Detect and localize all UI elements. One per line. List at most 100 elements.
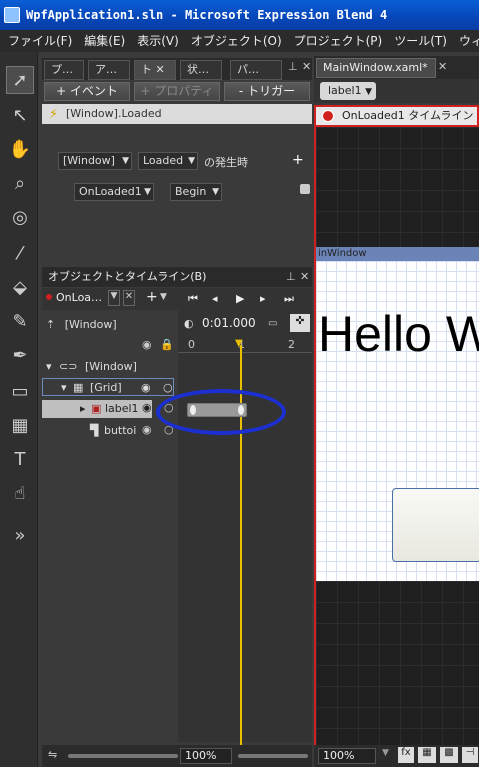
- chevron-down-icon[interactable]: ▾: [61, 381, 67, 394]
- lock-toggle-icon[interactable]: ○: [163, 379, 173, 397]
- add-action-icon[interactable]: +: [292, 152, 304, 168]
- menu-view[interactable]: 表示(V): [137, 34, 179, 48]
- menu-window[interactable]: ウィンド: [459, 34, 479, 48]
- zoom-field[interactable]: 100%: [318, 748, 376, 764]
- pin-icon[interactable]: ⊥: [286, 267, 296, 287]
- objects-timeline-header: オブジェクトとタイムライン(B) ⊥ ✕: [42, 267, 312, 287]
- last-frame-icon[interactable]: ⏭: [284, 292, 294, 306]
- menu-bar: ファイル(F) 編集(E) 表示(V) オブジェクト(O) プロジェクト(P) ツール(T…: [0, 30, 479, 52]
- rectangle-icon[interactable]: ▭: [6, 378, 34, 406]
- selection-tool-icon[interactable]: ➚: [6, 66, 34, 94]
- remove-trigger-button[interactable]: - トリガー: [224, 82, 310, 101]
- eyedropper-icon[interactable]: ⁄: [6, 240, 34, 268]
- snap-icon[interactable]: ▭: [268, 318, 277, 329]
- action-dropdown[interactable]: Begin ▼: [170, 183, 222, 201]
- text-tool-icon[interactable]: T: [6, 446, 34, 474]
- snap-lines-icon[interactable]: ⊣: [462, 747, 478, 763]
- timeline-scrollbar[interactable]: [238, 754, 308, 758]
- eye-icon[interactable]: ◉: [142, 401, 152, 414]
- tab-mainwindow[interactable]: MainWindow.xaml*: [316, 58, 436, 78]
- event-dropdown[interactable]: Loaded ▼: [138, 152, 198, 170]
- eye-icon[interactable]: ◉: [141, 379, 151, 397]
- chevron-down-icon: ▼: [212, 187, 219, 197]
- breadcrumb[interactable]: label1 ▼: [320, 82, 376, 100]
- playhead-marker-icon[interactable]: ▼: [235, 338, 243, 349]
- design-window-label: inWindow: [318, 248, 367, 259]
- first-frame-icon[interactable]: ⏮: [188, 292, 198, 306]
- time-readout[interactable]: 0:01.000: [202, 316, 256, 330]
- trigger-buttons: + イベント + プロパティ - トリガー: [42, 82, 312, 102]
- tree-scrollbar[interactable]: [68, 754, 178, 758]
- play-icon[interactable]: ▶: [236, 292, 244, 305]
- snap-grid-icon[interactable]: ▩: [440, 747, 458, 763]
- artboard-background: [316, 127, 479, 247]
- add-event-button[interactable]: + イベント: [44, 82, 130, 101]
- previous-frame-icon[interactable]: ◂: [212, 292, 218, 305]
- trigger-list-item[interactable]: [Window].Loaded: [42, 104, 312, 124]
- ruler-divider: [178, 352, 312, 353]
- timeline-ruler[interactable]: 0 1 2: [178, 338, 312, 356]
- controls-icon[interactable]: ☝: [6, 480, 34, 508]
- close-icon[interactable]: ✕: [300, 267, 309, 287]
- chevron-down-icon[interactable]: ▼: [160, 292, 167, 302]
- ruler-tick: 0: [188, 338, 195, 351]
- zoom-fit-icon[interactable]: ✜: [290, 314, 310, 332]
- storyboard-dropdown[interactable]: OnLoaded1 ▼: [74, 183, 154, 201]
- tab-triggers[interactable]: ト ✕: [134, 60, 176, 80]
- direct-select-tool-icon[interactable]: ↖: [6, 102, 34, 130]
- button-element[interactable]: [392, 488, 479, 562]
- record-icon[interactable]: [322, 110, 334, 122]
- grid-node-icon: ▦: [73, 381, 84, 394]
- timeline-zoom-field[interactable]: 100%: [180, 748, 232, 764]
- record-dot-icon: [46, 294, 52, 300]
- next-frame-icon[interactable]: ▸: [260, 292, 266, 305]
- breadcrumb-label: label1: [328, 84, 362, 97]
- tab-assets[interactable]: ア…: [88, 60, 130, 80]
- label1-element[interactable]: Hello W: [318, 305, 479, 363]
- paint-bucket-icon[interactable]: ⬙: [6, 274, 34, 302]
- scope-up-item[interactable]: ⇡ [Window]: [46, 316, 117, 334]
- storyboard-name[interactable]: OnLoa…: [56, 291, 102, 304]
- camera-orbit-icon[interactable]: ◎: [6, 204, 34, 232]
- storyboard-dropdown-icon[interactable]: ▼: [108, 290, 120, 306]
- grid-layout-icon[interactable]: ▦: [6, 412, 34, 440]
- menu-project[interactable]: プロジェクト(P): [294, 34, 383, 48]
- menu-edit[interactable]: 編集(E): [84, 34, 125, 48]
- tab-parts[interactable]: パ…: [230, 60, 282, 80]
- eye-icon[interactable]: ◉: [142, 423, 152, 436]
- tab-states[interactable]: 状…: [180, 60, 222, 80]
- keyframe-icon[interactable]: ◐: [184, 317, 194, 330]
- scope-up-icon: ⇡: [46, 318, 56, 331]
- chevron-down-icon[interactable]: ▼: [382, 748, 389, 758]
- tab-projects[interactable]: プ…: [44, 60, 84, 80]
- tree-item-button[interactable]: ▜ buttoi: [90, 422, 136, 440]
- brush-transform-icon[interactable]: ✎: [6, 308, 34, 336]
- timeline-area[interactable]: [178, 310, 312, 742]
- close-icon[interactable]: ✕: [156, 63, 165, 76]
- fx-icon[interactable]: fx: [398, 747, 414, 763]
- menu-object[interactable]: オブジェクト(O): [191, 34, 282, 48]
- zoom-icon[interactable]: ⌕: [6, 170, 34, 198]
- pen-icon[interactable]: ✒: [6, 342, 34, 370]
- source-element-value: [Window]: [63, 154, 115, 167]
- close-icon[interactable]: ✕: [438, 60, 447, 73]
- tree-item-label1[interactable]: ▸ ▣ label1: [42, 400, 152, 418]
- chevron-down-icon[interactable]: ▾: [46, 360, 52, 373]
- lock-icon[interactable]: 🔒: [160, 338, 174, 351]
- remove-action-icon[interactable]: [300, 184, 310, 194]
- pan-hand-icon[interactable]: ✋: [6, 136, 34, 164]
- grid-toggle-icon[interactable]: ▦: [418, 747, 436, 763]
- asset-library-icon[interactable]: »: [6, 522, 34, 550]
- tree-options-icon[interactable]: ⇋: [48, 748, 57, 761]
- menu-tools[interactable]: ツール(T): [394, 34, 447, 48]
- menu-file[interactable]: ファイル(F): [8, 34, 72, 48]
- eye-icon[interactable]: ◉: [142, 338, 152, 351]
- pin-icon[interactable]: ⊥: [288, 60, 298, 73]
- close-storyboard-icon[interactable]: ✕: [123, 290, 135, 306]
- source-element-dropdown[interactable]: [Window] ▼: [58, 152, 132, 170]
- close-icon[interactable]: ✕: [302, 60, 311, 73]
- chevron-right-icon[interactable]: ▸: [80, 402, 86, 415]
- new-storyboard-icon[interactable]: +: [146, 289, 158, 305]
- tree-item-grid[interactable]: ▾ ▦ [Grid] ◉ ○: [42, 378, 174, 396]
- tree-item-window[interactable]: ▾ ⊂⊃ [Window]: [46, 358, 137, 376]
